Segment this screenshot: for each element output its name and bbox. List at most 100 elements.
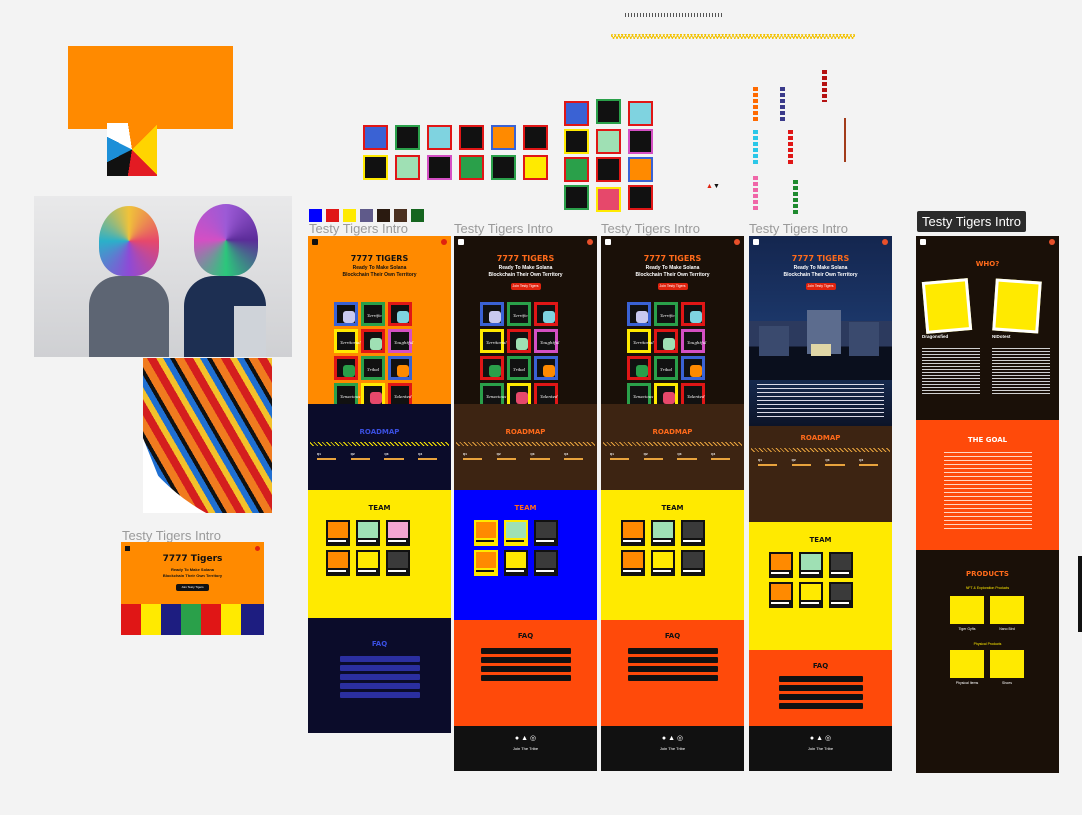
tiger-strip	[121, 604, 264, 635]
zigzag-flag-orange	[753, 87, 758, 123]
faq-list[interactable]	[749, 676, 892, 709]
faq-title: FAQ	[812, 662, 829, 670]
social-icons[interactable]: ● ▲ ◎	[601, 734, 744, 742]
founder-name-2: NIDotest	[992, 334, 1011, 339]
hero-title: 7777 Tigers	[162, 554, 223, 564]
hero-subtitle-2: Blockchain Their Own Territory	[635, 272, 710, 278]
arrow-icons: ▲▼	[706, 183, 720, 190]
zigzag-flag-red	[822, 70, 827, 102]
roadmap-title: ROADMAP	[505, 428, 546, 436]
team-title: TEAM	[809, 536, 832, 544]
tiger-grid: Terrific Territorial Toughtful Tribal Te…	[627, 302, 706, 407]
join-tribe-label: Join The Tribe	[512, 746, 539, 751]
team-title: TEAM	[661, 504, 684, 512]
hero-subtitle-1: Ready To Make Solana	[793, 265, 848, 271]
zigzag-flag-pink	[753, 176, 758, 210]
close-icon[interactable]	[734, 239, 740, 245]
barcode-stripe	[625, 13, 723, 17]
faq-title: FAQ	[517, 632, 534, 640]
hero-subtitle-2: Blockchain Their Own Territory	[488, 272, 563, 278]
close-icon[interactable]	[1049, 239, 1055, 245]
logo-icon	[125, 546, 130, 551]
team-grid	[474, 520, 558, 576]
artboard-2[interactable]: 7777 TIGERS Ready To Make Solana Blockch…	[454, 236, 597, 771]
logo-icon	[458, 239, 464, 245]
hero-subtitle-1: Ready To Make Solana	[352, 265, 407, 271]
hero-subtitle-1: Ready To Make Solana	[170, 567, 215, 572]
artboard-1[interactable]: 7777 TIGERS Ready To Make Solana Blockch…	[308, 236, 451, 733]
founder-bio-1	[922, 348, 980, 396]
edge-marker	[1078, 556, 1082, 632]
hero-title: 7777 TIGERS	[496, 254, 555, 263]
logo-icon	[753, 239, 759, 245]
artboard-5[interactable]: WHO? Dragonsfied NIDotest THE GOAL PRODU…	[916, 236, 1059, 773]
social-icons[interactable]: ● ▲ ◎	[454, 734, 597, 742]
products-title: PRODUCTS	[966, 570, 1009, 578]
join-button[interactable]: Join Testy Tigers	[510, 283, 541, 290]
artboard-3[interactable]: 7777 TIGERS Ready To Make Solana Blockch…	[601, 236, 744, 771]
zigzag-flag-red-2	[788, 130, 793, 164]
founder-bio-2	[992, 348, 1050, 396]
roadmap-title: ROADMAP	[652, 428, 693, 436]
close-icon[interactable]	[587, 239, 593, 245]
frame-label: Testy Tigers Intro	[917, 211, 1026, 232]
join-tribe-label: Join The Tribe	[807, 746, 834, 751]
orange-color-block	[68, 46, 233, 129]
social-icons[interactable]: ● ▲ ◎	[749, 734, 892, 742]
team-grid	[621, 520, 705, 576]
join-button[interactable]: Join Testy Tigers	[176, 584, 209, 591]
product-label-4: Shoes	[1002, 681, 1012, 685]
intro-card-small[interactable]: 7777 Tigers Ready To Make Solana Blockch…	[121, 542, 264, 635]
faq-list[interactable]	[454, 648, 597, 681]
pattern-thumbnail	[107, 123, 157, 176]
logo-icon	[312, 239, 318, 245]
hero-title: 7777 TIGERS	[643, 254, 702, 263]
tiger-sticker-cluster-2	[562, 99, 660, 213]
tiger-grid: Terrific Territorial Toughtful Tribal Te…	[334, 302, 413, 407]
fabric-pattern-photo	[143, 358, 272, 513]
product-label-1: Tiger Gyfts	[958, 627, 976, 631]
close-icon[interactable]	[441, 239, 447, 245]
products-heading-2: Physical Products	[973, 642, 1002, 646]
zigzag-flag-cyan	[753, 130, 758, 164]
close-icon[interactable]	[255, 546, 260, 551]
close-icon[interactable]	[882, 239, 888, 245]
team-grid	[326, 520, 410, 576]
team-grid	[769, 552, 853, 608]
swatch-green	[411, 209, 424, 222]
hero-subtitle-1: Ready To Make Solana	[645, 265, 700, 271]
product-card-4[interactable]	[990, 650, 1024, 678]
faq-title: FAQ	[664, 632, 681, 640]
who-title: WHO?	[975, 260, 1000, 268]
products-heading-1: NFT & Exploration Products	[965, 586, 1010, 590]
product-label-3: Physical Items	[955, 681, 979, 685]
logo-icon	[605, 239, 611, 245]
frame-label: Testy Tigers Intro	[749, 221, 848, 236]
join-button[interactable]: Join Testy Tigers	[805, 283, 836, 290]
hero-subtitle-2: Blockchain Their Own Territory	[783, 272, 858, 278]
artboard-4[interactable]: 7777 TIGERS Ready To Make Solana Blockch…	[749, 236, 892, 771]
about-text	[757, 384, 884, 418]
founder-photo-2	[992, 278, 1042, 334]
roadmap-title: ROADMAP	[800, 434, 841, 442]
zigzag-flag-navy	[780, 87, 785, 123]
tiger-grid: Terrific Territorial Toughtful Tribal Te…	[480, 302, 559, 407]
product-card-3[interactable]	[950, 650, 984, 678]
roadmap-title: ROADMAP	[359, 428, 400, 436]
team-title: TEAM	[368, 504, 391, 512]
frame-label: Testy Tigers Intro	[454, 221, 553, 236]
faq-list[interactable]	[601, 648, 744, 681]
product-card-2[interactable]	[990, 596, 1024, 624]
roadmap-phases: Q1 Q2 Q3 Q4	[454, 452, 597, 460]
faq-list[interactable]	[308, 656, 451, 698]
frame-label: Testy Tigers Intro	[309, 221, 408, 236]
frame-label: Testy Tigers Intro	[601, 221, 700, 236]
frame-label: Testy Tigers Intro	[122, 528, 221, 543]
masked-people-photo	[34, 196, 292, 357]
hero-subtitle-2: Blockchain Their Own Territory	[162, 573, 223, 578]
roadmap-phases: Q1 Q2 Q3 Q4	[749, 458, 892, 466]
product-card-1[interactable]	[950, 596, 984, 624]
join-button[interactable]: Join Testy Tigers	[657, 283, 688, 290]
tiger-sticker-cluster-1	[361, 123, 555, 183]
city-illustration	[749, 296, 892, 380]
